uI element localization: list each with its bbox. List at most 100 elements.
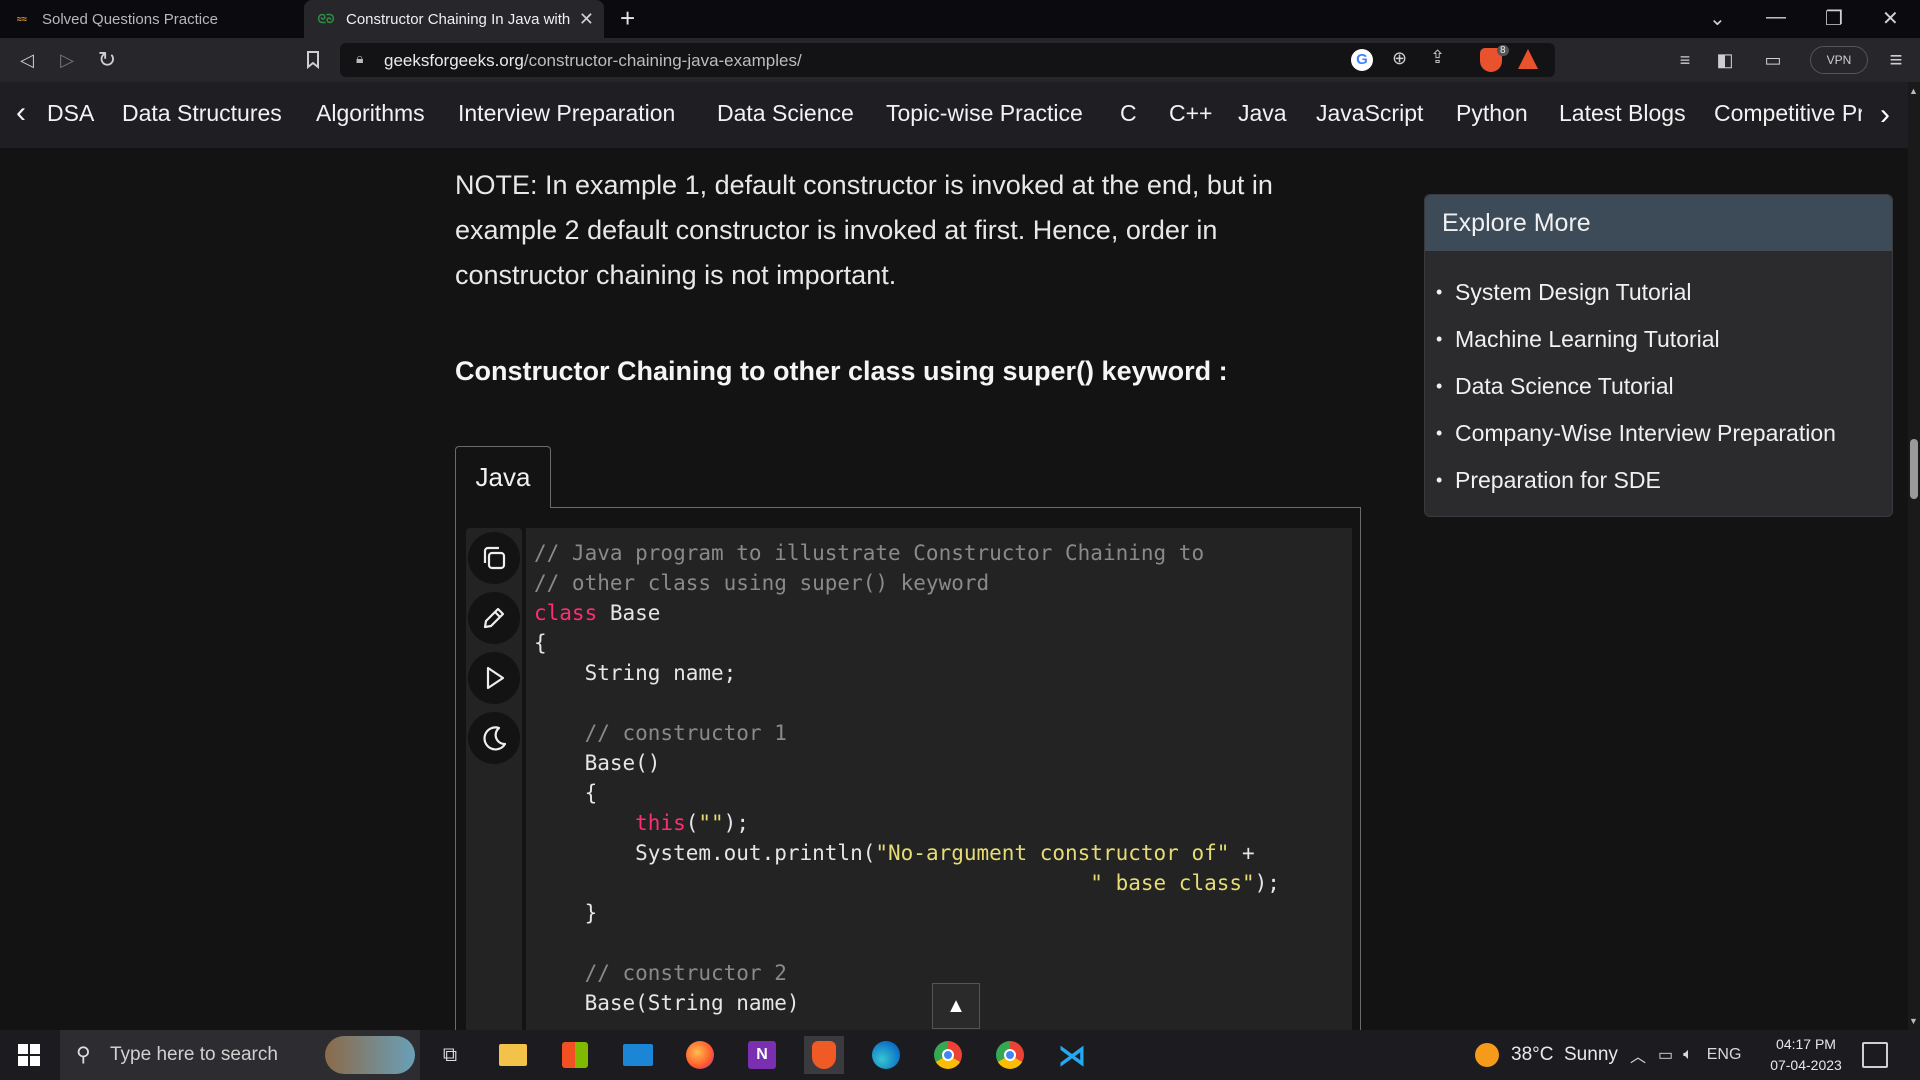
forward-icon[interactable]: ▷ bbox=[54, 38, 80, 82]
start-button[interactable] bbox=[0, 1030, 58, 1080]
code-line: Base() bbox=[534, 748, 1280, 778]
file-explorer-icon[interactable] bbox=[493, 1036, 533, 1074]
minimize-button[interactable]: — bbox=[1766, 6, 1786, 29]
onenote-icon[interactable]: N bbox=[742, 1036, 782, 1074]
code-line: // constructor 2 bbox=[534, 958, 1280, 988]
google-icon[interactable]: G bbox=[1351, 49, 1373, 71]
nav-item-competitive-programming[interactable]: Competitive Pr bbox=[1714, 100, 1865, 127]
share-icon[interactable]: ⇪ bbox=[1430, 47, 1445, 68]
explore-more-panel: Explore More System Design Tutorial Mach… bbox=[1424, 194, 1893, 517]
code-token: { bbox=[534, 781, 598, 805]
code-language-label: Java bbox=[475, 462, 531, 492]
code-line: { bbox=[534, 778, 1280, 808]
browser-tab-active[interactable]: ᘓᘐ Constructor Chaining In Java with ✕ bbox=[304, 0, 604, 38]
explore-link-data-science[interactable]: Data Science Tutorial bbox=[1425, 363, 1892, 410]
nav-item-data-structures[interactable]: Data Structures bbox=[122, 100, 282, 127]
microsoft-store-icon[interactable] bbox=[555, 1036, 595, 1074]
battery-icon[interactable]: ▭ bbox=[1658, 1045, 1673, 1065]
search-placeholder: Type here to search bbox=[110, 1044, 278, 1065]
nav-item-data-science[interactable]: Data Science bbox=[717, 100, 854, 127]
sun-icon bbox=[1475, 1043, 1499, 1067]
explore-link-preparation-sde[interactable]: Preparation for SDE bbox=[1425, 457, 1892, 504]
nav-item-algorithms[interactable]: Algorithms bbox=[316, 100, 425, 127]
url-path: /constructor-chaining-java-examples/ bbox=[523, 51, 802, 70]
playlist-icon[interactable]: ≡ bbox=[1673, 38, 1697, 82]
sidebar-icon[interactable]: ◧ bbox=[1713, 38, 1737, 82]
bookmark-icon[interactable] bbox=[300, 38, 326, 82]
chrome-icon[interactable] bbox=[928, 1036, 968, 1074]
scroll-to-top-button[interactable]: ▲ bbox=[932, 983, 980, 1029]
vscode-icon[interactable]: ⋊ bbox=[1052, 1036, 1092, 1074]
code-token: // constructor 2 bbox=[534, 961, 787, 985]
mail-icon[interactable] bbox=[618, 1036, 658, 1074]
firefox-icon[interactable] bbox=[680, 1036, 720, 1074]
chevron-up-icon[interactable]: ︿ bbox=[1630, 1043, 1646, 1067]
notification-center-icon[interactable] bbox=[1862, 1042, 1888, 1068]
nav-item-topic-wise-practice[interactable]: Topic-wise Practice bbox=[886, 100, 1083, 127]
section-heading: Constructor Chaining to other class usin… bbox=[455, 356, 1228, 386]
taskbar-search-box[interactable]: ⚲ Type here to search bbox=[60, 1030, 420, 1080]
explore-link-company-wise[interactable]: Company-Wise Interview Preparation bbox=[1425, 410, 1892, 457]
gfg-icon: ᘓᘐ bbox=[317, 11, 335, 26]
explore-link-system-design[interactable]: System Design Tutorial bbox=[1425, 269, 1892, 316]
reload-icon[interactable]: ↻ bbox=[94, 38, 120, 82]
explore-link-machine-learning[interactable]: Machine Learning Tutorial bbox=[1425, 316, 1892, 363]
chrome-profile-icon[interactable] bbox=[990, 1036, 1030, 1074]
weather-text: 38°C Sunny bbox=[1511, 1044, 1618, 1065]
nav-item-interview-preparation[interactable]: Interview Preparation bbox=[458, 100, 675, 127]
copy-code-icon[interactable] bbox=[468, 532, 520, 584]
scroll-down-arrow-icon[interactable]: ▼ bbox=[1909, 1016, 1918, 1026]
code-line: // constructor 1 bbox=[534, 718, 1280, 748]
explore-more-title: Explore More bbox=[1425, 195, 1892, 251]
zoom-icon[interactable]: ⊕ bbox=[1392, 48, 1407, 69]
nav-scroll-right-icon[interactable]: › bbox=[1862, 82, 1908, 148]
nav-item-c[interactable]: C bbox=[1120, 100, 1137, 127]
code-content[interactable]: // Java program to illustrate Constructo… bbox=[526, 528, 1352, 1038]
back-icon[interactable]: ◁ bbox=[14, 38, 40, 82]
dark-mode-icon[interactable] bbox=[468, 712, 520, 764]
vpn-label: VPN bbox=[1826, 53, 1852, 67]
new-tab-button[interactable]: + bbox=[620, 3, 635, 34]
nav-item-latest-blogs[interactable]: Latest Blogs bbox=[1559, 100, 1686, 127]
speaker-icon[interactable]: 🔈︎ bbox=[1683, 1046, 1693, 1064]
code-token: // other class using super() keyword bbox=[534, 571, 990, 595]
nav-scroll-left-icon[interactable]: ‹ bbox=[16, 96, 26, 130]
code-line: String name; bbox=[534, 658, 1280, 688]
edit-code-icon[interactable] bbox=[468, 592, 520, 644]
close-window-button[interactable]: ✕ bbox=[1882, 6, 1899, 31]
code-token: Base bbox=[597, 601, 661, 625]
scroll-up-arrow-icon[interactable]: ▲ bbox=[1909, 86, 1918, 96]
brave-icon[interactable] bbox=[804, 1036, 844, 1074]
brave-rewards-icon[interactable] bbox=[1518, 49, 1538, 69]
restore-button[interactable]: ❐ bbox=[1825, 6, 1843, 31]
edge-icon[interactable] bbox=[866, 1036, 906, 1074]
nav-item-java[interactable]: Java bbox=[1238, 100, 1287, 127]
nav-item-dsa[interactable]: DSA bbox=[47, 100, 94, 127]
wallet-icon[interactable]: ▭ bbox=[1761, 38, 1785, 82]
address-bar[interactable]: 🔒︎ geeksforgeeks.org/constructor-chainin… bbox=[340, 43, 1555, 77]
browser-tab-strip: ≈≈ Solved Questions Practice ᘓᘐ Construc… bbox=[0, 0, 1920, 38]
vpn-button[interactable]: VPN bbox=[1810, 46, 1868, 74]
nav-item-python[interactable]: Python bbox=[1456, 100, 1528, 127]
task-view-icon[interactable]: ⧉ bbox=[430, 1036, 470, 1074]
clock[interactable]: 04:17 PM 07-04-2023 bbox=[1762, 1034, 1850, 1076]
explore-more-list: System Design Tutorial Machine Learning … bbox=[1425, 251, 1892, 504]
close-tab-icon[interactable]: ✕ bbox=[579, 9, 594, 30]
run-code-icon[interactable] bbox=[468, 652, 520, 704]
nav-item-javascript[interactable]: JavaScript bbox=[1316, 100, 1423, 127]
code-line: { bbox=[534, 628, 1280, 658]
code-line: System.out.println("No-argument construc… bbox=[534, 838, 1280, 868]
code-token: // constructor 1 bbox=[534, 721, 787, 745]
language-indicator[interactable]: ENG bbox=[1707, 1046, 1742, 1064]
browser-tab-inactive[interactable]: ≈≈ Solved Questions Practice bbox=[0, 0, 300, 38]
nav-item-cpp[interactable]: C++ bbox=[1169, 100, 1212, 127]
clock-time: 04:17 PM bbox=[1776, 1036, 1836, 1052]
scrollbar-thumb[interactable] bbox=[1910, 439, 1918, 499]
tab-search-chevron-icon[interactable]: ⌄ bbox=[1709, 6, 1726, 31]
menu-icon[interactable]: ≡ bbox=[1884, 38, 1908, 82]
coding-ninjas-icon: ≈≈ bbox=[17, 14, 27, 24]
page-scrollbar[interactable]: ▲ ▼ bbox=[1908, 82, 1920, 1030]
weather-widget[interactable]: 38°C Sunny bbox=[1475, 1030, 1618, 1080]
code-language-tab[interactable]: Java bbox=[455, 446, 551, 508]
